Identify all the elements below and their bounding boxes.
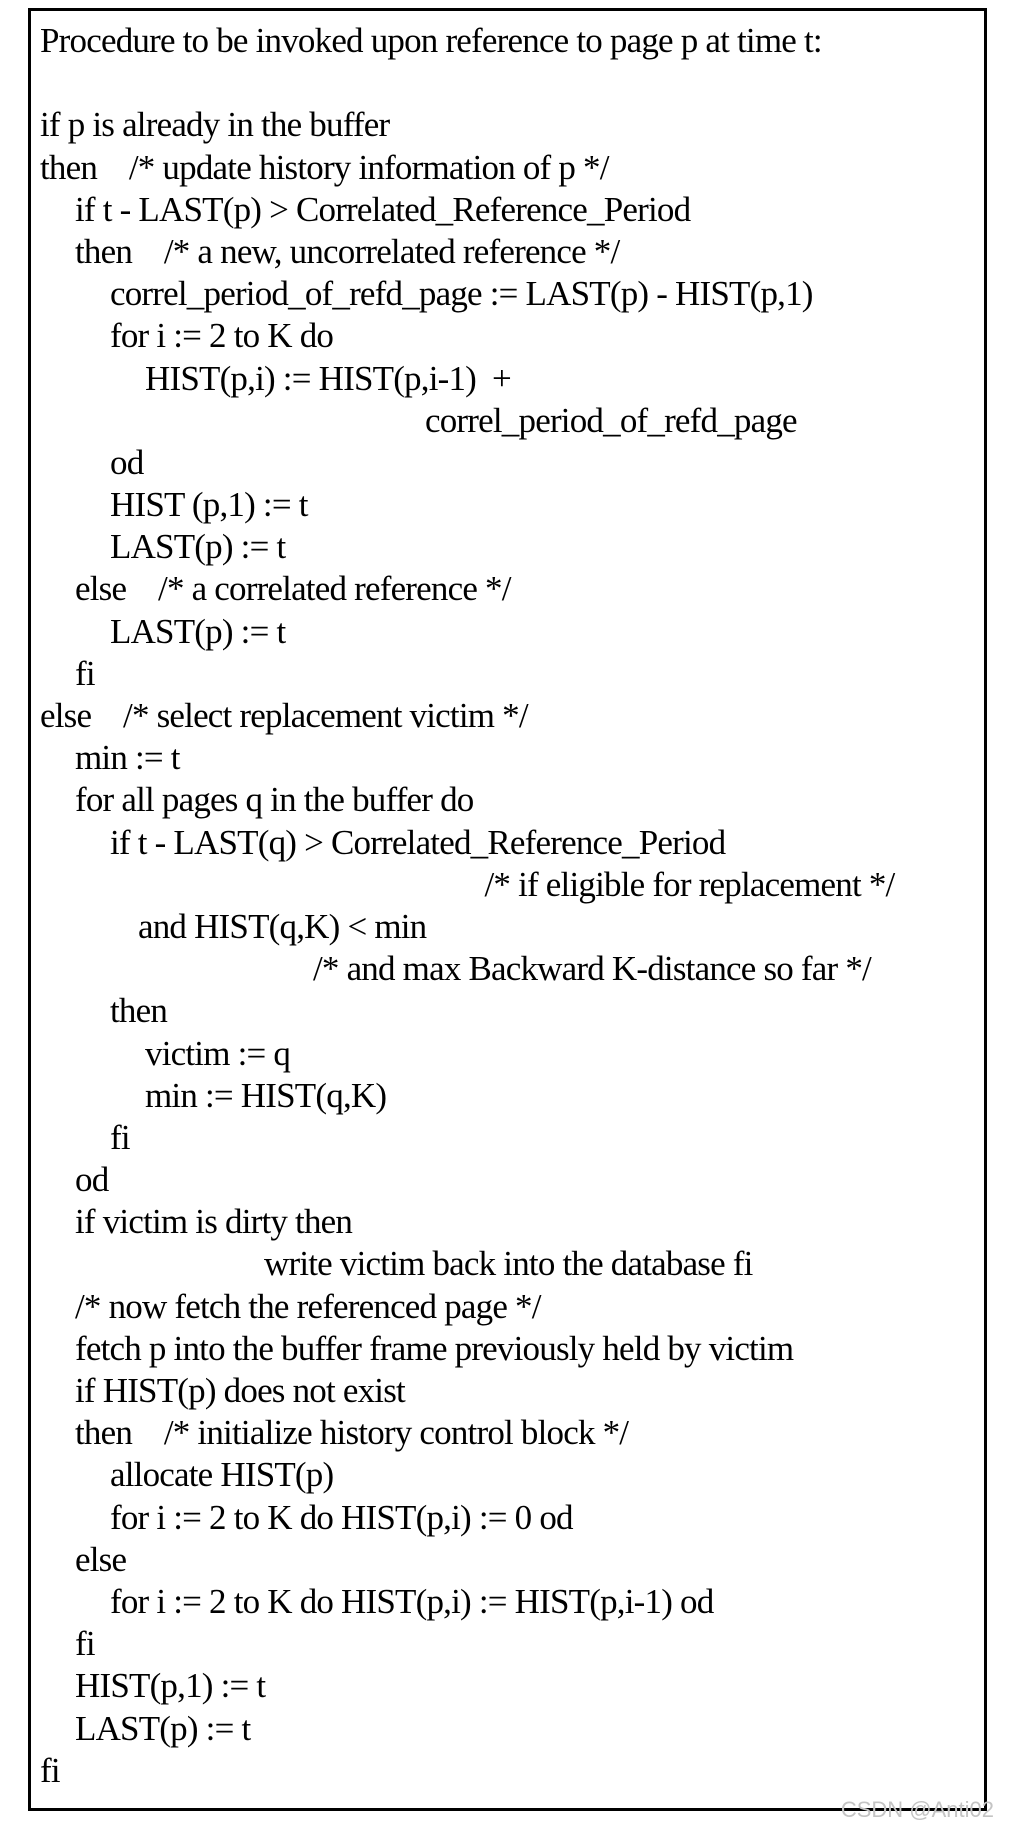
- code-line: fi: [75, 1624, 96, 1664]
- code-line: Procedure to be invoked upon reference t…: [40, 21, 823, 60]
- code-line: HIST(p,1) := t: [75, 1666, 266, 1706]
- code-line: for i := 2 to K do HIST(p,i) := 0 od: [110, 1497, 574, 1537]
- code-line: for i := 2 to K do HIST(p,i) := HIST(p,i…: [110, 1581, 714, 1621]
- code-line: then /* initialize history control block…: [75, 1413, 629, 1453]
- code-line: HIST(p,i) := HIST(p,i-1) +: [145, 358, 512, 398]
- code-line: if t - LAST(q) > Correlated_Reference_Pe…: [110, 822, 726, 862]
- code-line: if t - LAST(p) > Correlated_Reference_Pe…: [75, 189, 691, 229]
- code-line: else /* select replacement victim */: [40, 696, 529, 735]
- code-line: fi: [40, 1750, 61, 1790]
- code-line: /* and max Backward K-distance so far */: [313, 949, 872, 989]
- code-line: if victim is dirty then: [75, 1202, 353, 1242]
- code-line: else: [75, 1539, 127, 1579]
- code-line: od: [110, 442, 144, 482]
- code-line: allocate HIST(p): [110, 1455, 334, 1495]
- code-line: fi: [75, 653, 96, 693]
- code-line: if HIST(p) does not exist: [75, 1371, 406, 1410]
- code-line: min := t: [75, 738, 181, 778]
- code-line: write victim back into the database fi: [264, 1244, 753, 1284]
- code-line: then: [110, 991, 168, 1031]
- code-line: LAST(p) := t: [110, 527, 286, 567]
- code-line: victim := q: [145, 1033, 291, 1073]
- code-line: od: [75, 1160, 109, 1200]
- code-line: if p is already in the buffer: [40, 105, 390, 145]
- code-line: for i := 2 to K do: [110, 316, 334, 356]
- code-line: HIST (p,1) := t: [110, 485, 308, 525]
- code-line: then /* update history information of p …: [40, 147, 609, 187]
- code-line: LAST(p) := t: [110, 611, 286, 651]
- code-line: then /* a new, uncorrelated reference */: [75, 231, 620, 271]
- code-line: fi: [110, 1117, 131, 1157]
- code-line: and HIST(q,K) < min: [138, 906, 427, 946]
- code-line: for all pages q in the buffer do: [75, 780, 474, 820]
- code-line: /* now fetch the referenced page */: [75, 1286, 541, 1326]
- code-line: correl_period_of_refd_page := LAST(p) - …: [110, 274, 813, 314]
- code-line: fetch p into the buffer frame previously…: [75, 1328, 794, 1368]
- code-line: min := HIST(q,K): [145, 1075, 387, 1115]
- watermark: CSDN @Anti02: [840, 1797, 994, 1822]
- code-line: /* if eligible for replacement */: [484, 864, 896, 904]
- code-line: else /* a correlated reference */: [75, 569, 511, 609]
- code-line: correl_period_of_refd_page: [425, 400, 798, 440]
- code-line: LAST(p) := t: [75, 1708, 251, 1748]
- pseudocode-block: Procedure to be invoked upon reference t…: [40, 20, 990, 1792]
